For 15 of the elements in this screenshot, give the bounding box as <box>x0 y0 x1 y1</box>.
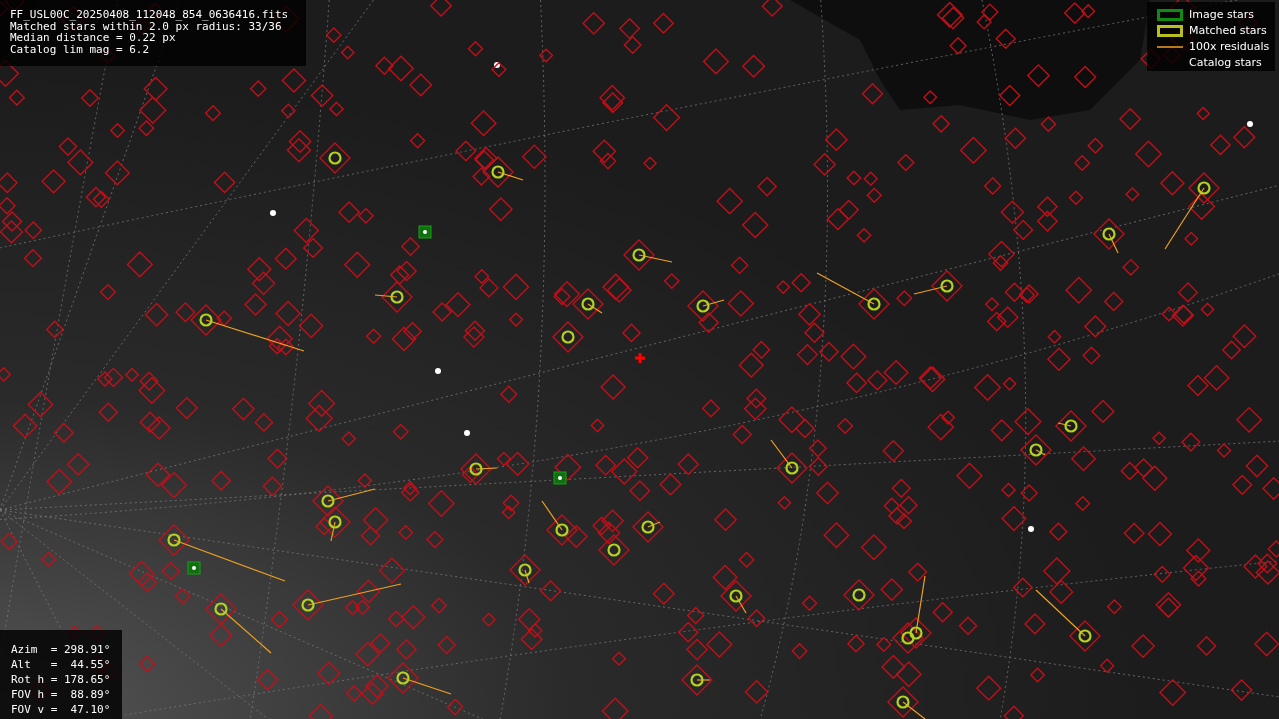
info-text: Catalog lim mag = 6.2 <box>10 43 151 55</box>
legend-label: 100x residuals <box>1189 40 1270 53</box>
legend-label: Matched stars <box>1189 24 1267 37</box>
pointing-text: FOV h = 88.89° <box>11 687 112 702</box>
info-text: Median distance = 0.22 px <box>10 32 176 44</box>
rectangle-swatch-icon <box>1157 8 1183 21</box>
info-text: Matched stars within 2.0 px radius: 33/36 <box>10 20 282 32</box>
pointing-text: FOV v = 47.10° <box>11 702 112 717</box>
legend-label: Catalog stars <box>1189 56 1262 69</box>
rectangle-swatch-icon <box>1157 24 1183 37</box>
pointing-text: Alt = 44.55° <box>11 657 112 672</box>
pointing-text: Rot h = 178.65° <box>11 672 112 687</box>
pointing-text: Azim = 298.91° <box>11 642 112 657</box>
legend-label: Image stars <box>1189 8 1254 21</box>
info-text: FF_USL00C_20250408_112048_854_0636416.fits <box>10 9 290 21</box>
